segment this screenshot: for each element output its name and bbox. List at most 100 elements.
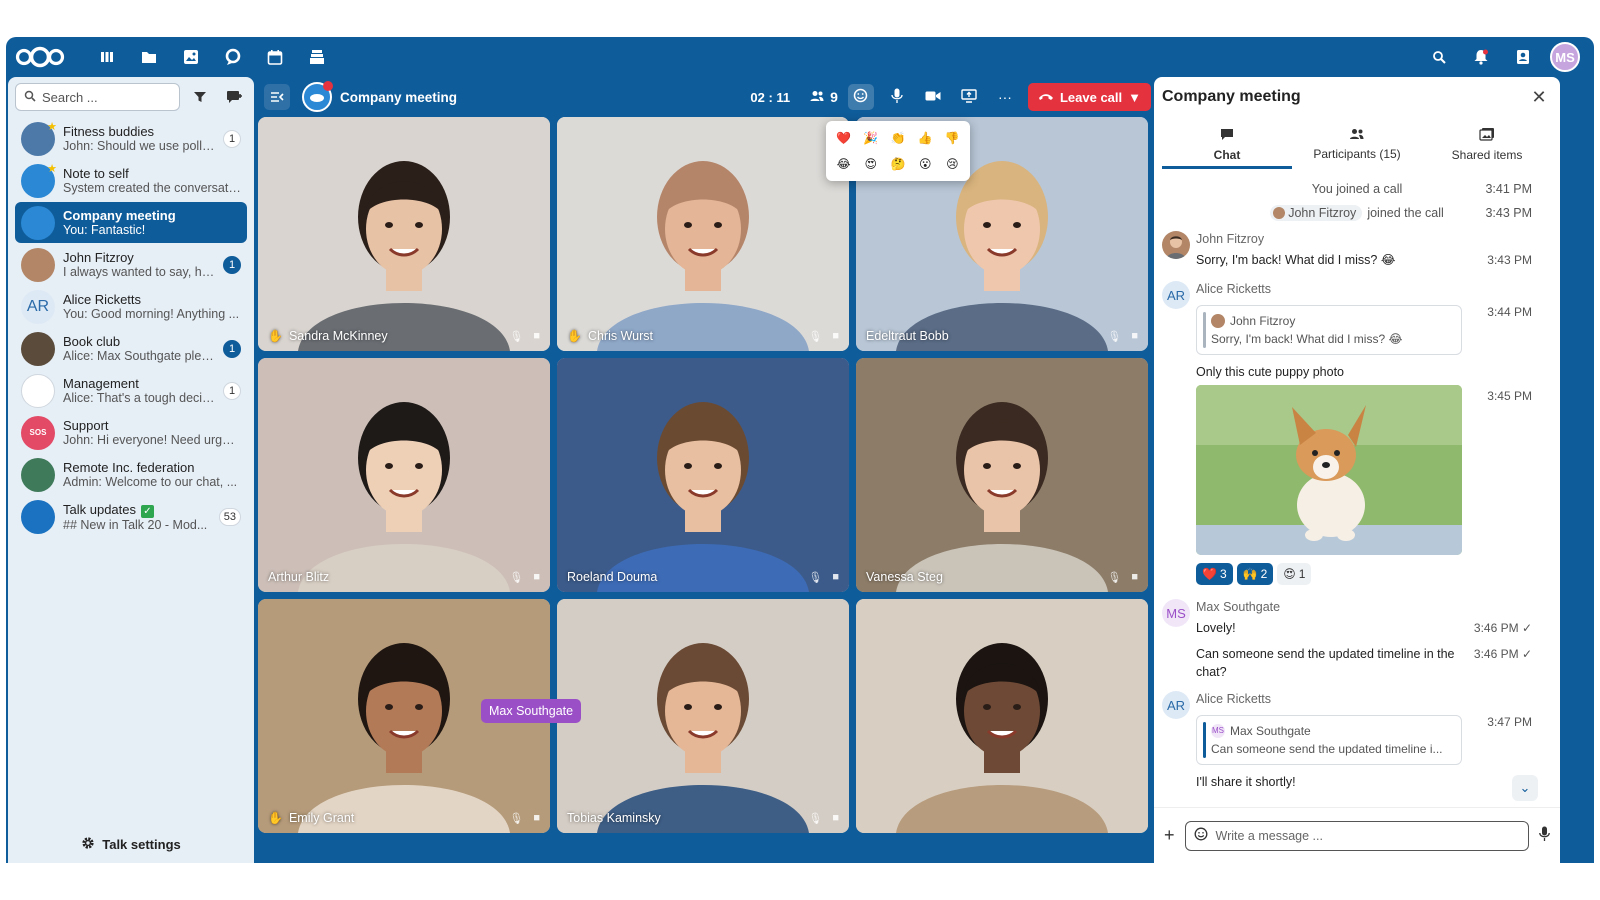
reaction-option[interactable]: 😂 bbox=[837, 157, 851, 171]
talk-settings-label: Talk settings bbox=[102, 837, 181, 852]
dashboard-icon[interactable] bbox=[92, 42, 122, 72]
plus-icon[interactable]: + bbox=[1164, 825, 1175, 846]
camera-icon bbox=[925, 89, 941, 105]
video-tile[interactable]: Roeland Douma 🎙 ■ bbox=[557, 358, 849, 592]
message[interactable]: Only this cute puppy photo 3:45 PM ❤️ 3 … bbox=[1196, 361, 1560, 587]
video-tile[interactable] bbox=[856, 599, 1148, 833]
filter-icon[interactable] bbox=[188, 84, 214, 110]
message[interactable]: MS Max Southgate Can someone send the upd… bbox=[1196, 709, 1560, 771]
video-tile[interactable]: ✋ Sandra McKinney 🎙 ■ bbox=[258, 117, 550, 351]
reaction-option[interactable]: 🤔 bbox=[891, 157, 906, 171]
conversation-item[interactable]: Remote Inc. federation Admin: Welcome to … bbox=[15, 454, 247, 495]
emoji-icon[interactable] bbox=[1194, 827, 1208, 844]
tab-shared[interactable]: Shared items bbox=[1422, 123, 1552, 169]
quoted-message[interactable]: MS Max Southgate Can someone send the upd… bbox=[1196, 715, 1462, 765]
video-tile[interactable]: Vanessa Steg 🎙 ■ bbox=[856, 358, 1148, 592]
video-tile[interactable]: Tobias Kaminsky 🎙 ■ bbox=[557, 599, 849, 833]
conversation-item[interactable]: Book club Alice: Max Southgate plea... 1 bbox=[15, 328, 247, 369]
check-icon: ✓ bbox=[1521, 647, 1532, 661]
quote-text: Can someone send the updated timeline i.… bbox=[1211, 742, 1443, 756]
new-conversation-icon[interactable] bbox=[221, 84, 247, 110]
conversation-avatar bbox=[302, 81, 333, 112]
message-time: 3:44 PM bbox=[1487, 305, 1532, 319]
tile-status-icons: 🎙 ■ bbox=[1107, 571, 1138, 584]
tab-participants[interactable]: Participants (15) bbox=[1292, 123, 1422, 169]
photos-icon[interactable] bbox=[176, 42, 206, 72]
reaction-option[interactable]: 😍 bbox=[865, 157, 878, 171]
talk-settings-button[interactable]: Talk settings bbox=[8, 836, 254, 853]
user-avatar[interactable]: MS bbox=[1550, 42, 1580, 72]
toggle-sidebar-icon[interactable] bbox=[264, 84, 290, 110]
conversation-name-text: Alice Ricketts bbox=[63, 292, 142, 307]
conversation-item[interactable]: AR Alice Ricketts You: Good morning! Anyth… bbox=[15, 286, 247, 327]
conversation-name: Book club bbox=[63, 334, 215, 349]
conversation-name: Fitness buddies bbox=[63, 124, 215, 139]
reaction-option[interactable]: 🎉 bbox=[863, 131, 878, 145]
conversation-item[interactable]: Talk updates ✓ ## New in Talk 20 - Mod... 5… bbox=[15, 496, 247, 537]
video-tile[interactable]: ✋ Chris Wurst 🎙 ■ bbox=[557, 117, 849, 351]
contacts-icon[interactable] bbox=[1508, 42, 1538, 72]
john-avatar[interactable] bbox=[1162, 231, 1190, 259]
microphone-icon[interactable] bbox=[1539, 826, 1550, 846]
reaction-option[interactable]: 👍 bbox=[918, 131, 933, 145]
message-time: 3:43 PM bbox=[1487, 253, 1532, 267]
tab-chat[interactable]: Chat bbox=[1162, 123, 1292, 169]
mention-chip[interactable]: John Fitzroy bbox=[1270, 205, 1363, 221]
participants-button[interactable]: 9 bbox=[810, 84, 838, 110]
conversation-item[interactable]: Company meeting You: Fantastic! bbox=[15, 202, 247, 243]
reaction-option[interactable]: 😮 bbox=[919, 157, 932, 171]
more-options-icon[interactable]: ··· bbox=[992, 84, 1018, 110]
video-tile[interactable]: Arthur Blitz 🎙 ■ bbox=[258, 358, 550, 592]
conversation-last-message: You: Fantastic! bbox=[63, 223, 146, 237]
gear-icon bbox=[81, 836, 95, 853]
nextcloud-logo[interactable] bbox=[14, 37, 70, 77]
search-input[interactable]: Search ... bbox=[15, 83, 180, 111]
reaction-button[interactable] bbox=[847, 84, 874, 110]
quoted-message[interactable]: John Fitzroy Sorry, I'm back! What did I… bbox=[1196, 305, 1462, 355]
reaction-option[interactable]: 😢 bbox=[946, 157, 959, 171]
time-text: 3:46 PM bbox=[1473, 647, 1519, 661]
deck-icon[interactable] bbox=[302, 42, 332, 72]
reaction-chip[interactable]: 🙌 2 bbox=[1236, 563, 1274, 585]
camera-button[interactable] bbox=[920, 84, 946, 110]
message-input[interactable]: Write a message ... bbox=[1184, 820, 1529, 851]
reaction-option[interactable]: 👎 bbox=[945, 131, 960, 145]
conversation-item[interactable]: ★ Fitness buddies John: Should we use poll… bbox=[15, 118, 247, 159]
puppy-photo[interactable] bbox=[1196, 385, 1462, 555]
reaction-chip[interactable]: 😍 1 bbox=[1277, 563, 1312, 585]
alice-avatar[interactable]: AR bbox=[1162, 281, 1190, 309]
scroll-to-bottom-button[interactable]: ⌄ bbox=[1512, 775, 1538, 801]
conversation-item[interactable]: SOS Support John: Hi everyone! Need urgen.… bbox=[15, 412, 247, 453]
search-icon[interactable] bbox=[1424, 42, 1454, 72]
message[interactable]: Can someone send the updated timeline in… bbox=[1196, 643, 1560, 683]
conversation-item[interactable]: Management Alice: That's a tough decis...… bbox=[15, 370, 247, 411]
participant-name-text: Vanessa Steg bbox=[866, 570, 943, 584]
participant-name-text: Roeland Douma bbox=[567, 570, 658, 584]
participant-name-text: Arthur Blitz bbox=[268, 570, 330, 584]
max-avatar[interactable]: MS bbox=[1162, 599, 1190, 627]
calendar-icon[interactable] bbox=[260, 42, 290, 72]
reaction-option[interactable]: ❤️ bbox=[836, 131, 851, 145]
leave-call-button[interactable]: Leave call ▼ bbox=[1027, 83, 1151, 111]
microphone-button[interactable] bbox=[884, 84, 910, 110]
conversation-last-message: Admin: Welcome to our chat, ... bbox=[63, 475, 238, 489]
reaction-emoji: 😍 bbox=[1283, 567, 1296, 581]
conversation-item[interactable]: John Fitzroy I always wanted to say, ho..… bbox=[15, 244, 247, 285]
chat-message-list[interactable]: You joined a call 3:41 PM John Fitzroy j… bbox=[1154, 177, 1560, 801]
bell-icon[interactable] bbox=[1466, 42, 1496, 72]
screenshare-button[interactable] bbox=[956, 84, 982, 110]
camera-icon: ■ bbox=[1131, 571, 1138, 583]
alice-avatar[interactable]: AR bbox=[1162, 691, 1190, 719]
reaction-option[interactable]: 👏 bbox=[891, 131, 906, 145]
close-icon[interactable]: ✕ bbox=[1526, 87, 1552, 108]
message[interactable]: Sorry, I'm back! What did I miss? 😂 3:43 … bbox=[1196, 249, 1560, 271]
reaction-chip[interactable]: ❤️ 3 bbox=[1196, 563, 1233, 585]
conversation-item[interactable]: ★ Note to self System created the conversa… bbox=[15, 160, 247, 201]
talk-icon[interactable] bbox=[218, 42, 248, 72]
message[interactable]: Lovely! 3:46 PM ✓ bbox=[1196, 617, 1560, 639]
message[interactable]: John Fitzroy Sorry, I'm back! What did I… bbox=[1196, 299, 1560, 361]
conversation-last-message: Alice: That's a tough decis... bbox=[63, 391, 215, 405]
message[interactable]: I'll share it shortly! bbox=[1196, 771, 1560, 793]
time-text: 3:46 PM bbox=[1473, 621, 1519, 635]
files-icon[interactable] bbox=[134, 42, 164, 72]
